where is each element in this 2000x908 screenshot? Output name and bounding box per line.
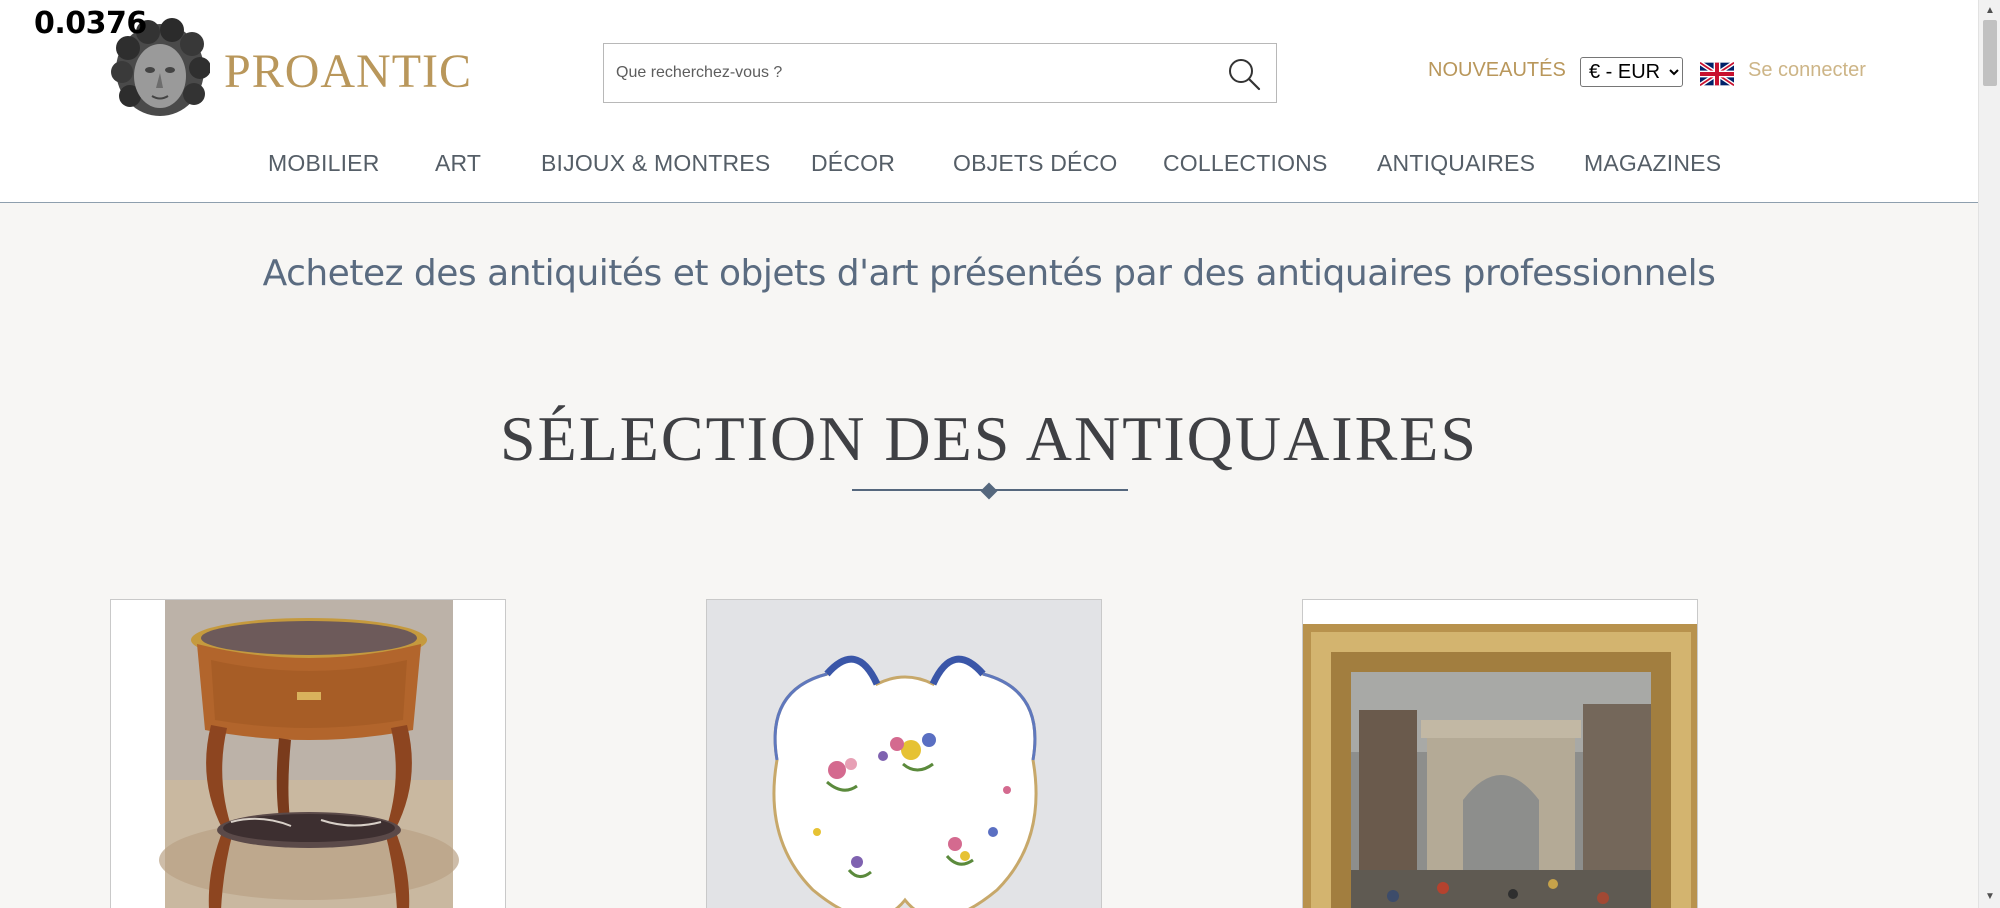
overlay-value: 0.0376: [34, 6, 147, 41]
site-header: 0.0376 PROANTIC NOUVEAUTÉS € - EUR Se co…: [0, 0, 1978, 203]
title-divider-diamond: [980, 482, 998, 500]
login-link[interactable]: Se connecter: [1748, 59, 1866, 82]
scroll-down-arrow-icon[interactable]: ▼: [1979, 890, 2000, 904]
scroll-thumb[interactable]: [1983, 20, 1997, 86]
product-card-2[interactable]: [706, 599, 1102, 908]
search-icon[interactable]: [1226, 56, 1262, 92]
product-card-3[interactable]: [1302, 599, 1698, 908]
nav-item-bijoux-montres[interactable]: BIJOUX & MONTRES: [541, 150, 770, 177]
tagline: Achetez des antiquités et objets d'art p…: [262, 253, 1716, 294]
nav-item-mobilier[interactable]: MOBILIER: [268, 150, 380, 177]
porcelain-dish-image: [707, 600, 1101, 908]
nav-item-decor[interactable]: DÉCOR: [811, 150, 895, 177]
framed-painting-image: [1303, 600, 1697, 908]
logo-text[interactable]: PROANTIC: [224, 44, 472, 99]
nav-item-collections[interactable]: COLLECTIONS: [1163, 150, 1328, 177]
currency-select[interactable]: € - EUR: [1580, 57, 1683, 87]
product-card-1[interactable]: [110, 599, 506, 908]
search-input[interactable]: [616, 44, 1196, 102]
scroll-up-arrow-icon[interactable]: ▲: [1979, 4, 2000, 18]
nav-item-objets-deco[interactable]: OBJETS DÉCO: [953, 150, 1118, 177]
nav-item-antiquaires[interactable]: ANTIQUAIRES: [1377, 150, 1535, 177]
marquetry-table-image: [111, 600, 505, 908]
search-box: [603, 43, 1277, 103]
main-nav: MOBILIER ART BIJOUX & MONTRES DÉCOR OBJE…: [0, 150, 1978, 180]
nav-item-magazines[interactable]: MAGAZINES: [1584, 150, 1721, 177]
section-title: SÉLECTION DES ANTIQUAIRES: [500, 403, 1478, 474]
uk-flag-icon[interactable]: [1700, 62, 1734, 86]
nav-item-art[interactable]: ART: [435, 150, 481, 177]
vertical-scrollbar[interactable]: ▲ ▼: [1978, 0, 2000, 908]
nouveautes-link[interactable]: NOUVEAUTÉS: [1428, 59, 1566, 82]
